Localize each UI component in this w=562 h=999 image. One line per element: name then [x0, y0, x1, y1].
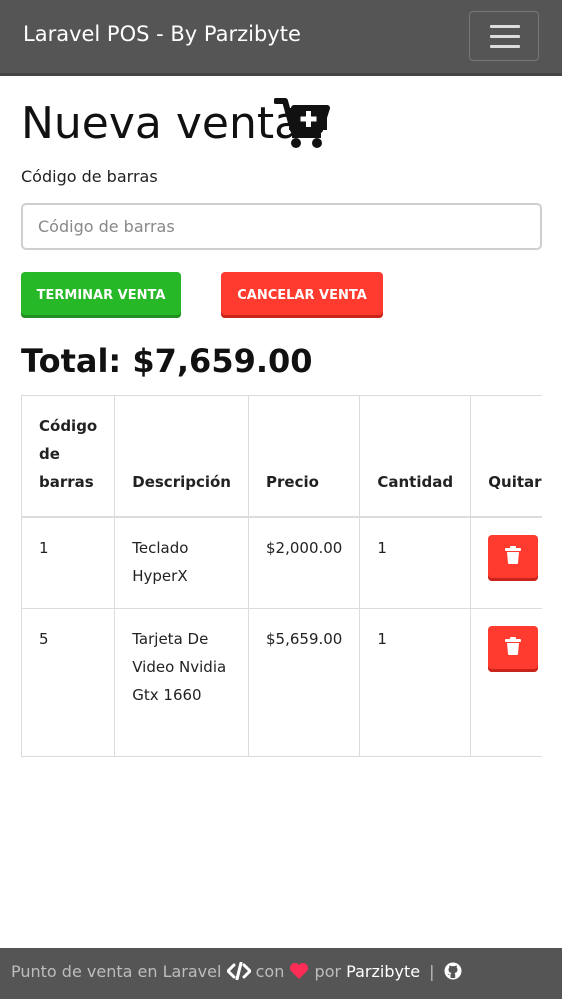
author-link[interactable]: Parzibyte — [346, 962, 420, 981]
cell-remove — [470, 607, 542, 757]
cart-plus-icon — [274, 98, 330, 148]
cell-description: Tarjeta De Video Nvidia Gtx 1660 — [114, 607, 249, 757]
navbar: Laravel POS - By Parzibyte — [0, 0, 562, 76]
header-description: Descripción — [114, 395, 249, 518]
footer-separator: | — [429, 962, 435, 981]
hamburger-menu-icon[interactable] — [469, 11, 539, 61]
remove-item-button[interactable] — [488, 625, 539, 672]
barcode-label: Código de barras — [21, 167, 158, 186]
footer-text: por — [314, 962, 342, 981]
page-title: Nueva venta — [21, 98, 302, 149]
github-icon[interactable] — [444, 962, 462, 980]
products-table: Código de barras Descripción Precio Cant… — [21, 395, 542, 757]
footer-text: Punto de venta en Laravel — [11, 962, 222, 981]
trash-icon — [505, 636, 522, 655]
sale-total: Total: $7,659.00 — [21, 342, 313, 380]
cancel-sale-button[interactable]: CANCELAR VENTA — [221, 272, 383, 318]
footer: Punto de venta en Laravel con por Parzib… — [0, 948, 562, 999]
cell-price: $5,659.00 — [247, 607, 361, 757]
cell-quantity: 1 — [359, 516, 472, 609]
trash-icon — [505, 546, 522, 564]
code-icon — [226, 961, 252, 981]
cell-price: $2,000.00 — [247, 516, 361, 609]
header-barcode: Código de barras — [21, 395, 116, 518]
header-price: Precio — [247, 395, 361, 518]
table-row: 5 Tarjeta De Video Nvidia Gtx 1660 $5,65… — [21, 607, 542, 757]
footer-text: con — [255, 962, 285, 981]
cell-code: 1 — [21, 516, 116, 609]
cell-remove — [470, 516, 542, 609]
table-row: 1 Teclado HyperX $2,000.00 1 — [21, 516, 542, 609]
header-remove: Quitar — [470, 395, 542, 518]
finish-sale-button[interactable]: TERMINAR VENTA — [21, 272, 181, 318]
barcode-input[interactable] — [21, 203, 542, 250]
heart-icon — [290, 963, 309, 979]
cell-quantity: 1 — [359, 607, 472, 757]
brand-link[interactable]: Laravel POS - By Parzibyte — [23, 22, 301, 46]
cell-code: 5 — [21, 607, 116, 757]
remove-item-button[interactable] — [488, 535, 539, 581]
table-header-row: Código de barras Descripción Precio Cant… — [21, 395, 542, 518]
cell-description: Teclado HyperX — [114, 516, 249, 609]
header-quantity: Cantidad — [359, 395, 472, 518]
